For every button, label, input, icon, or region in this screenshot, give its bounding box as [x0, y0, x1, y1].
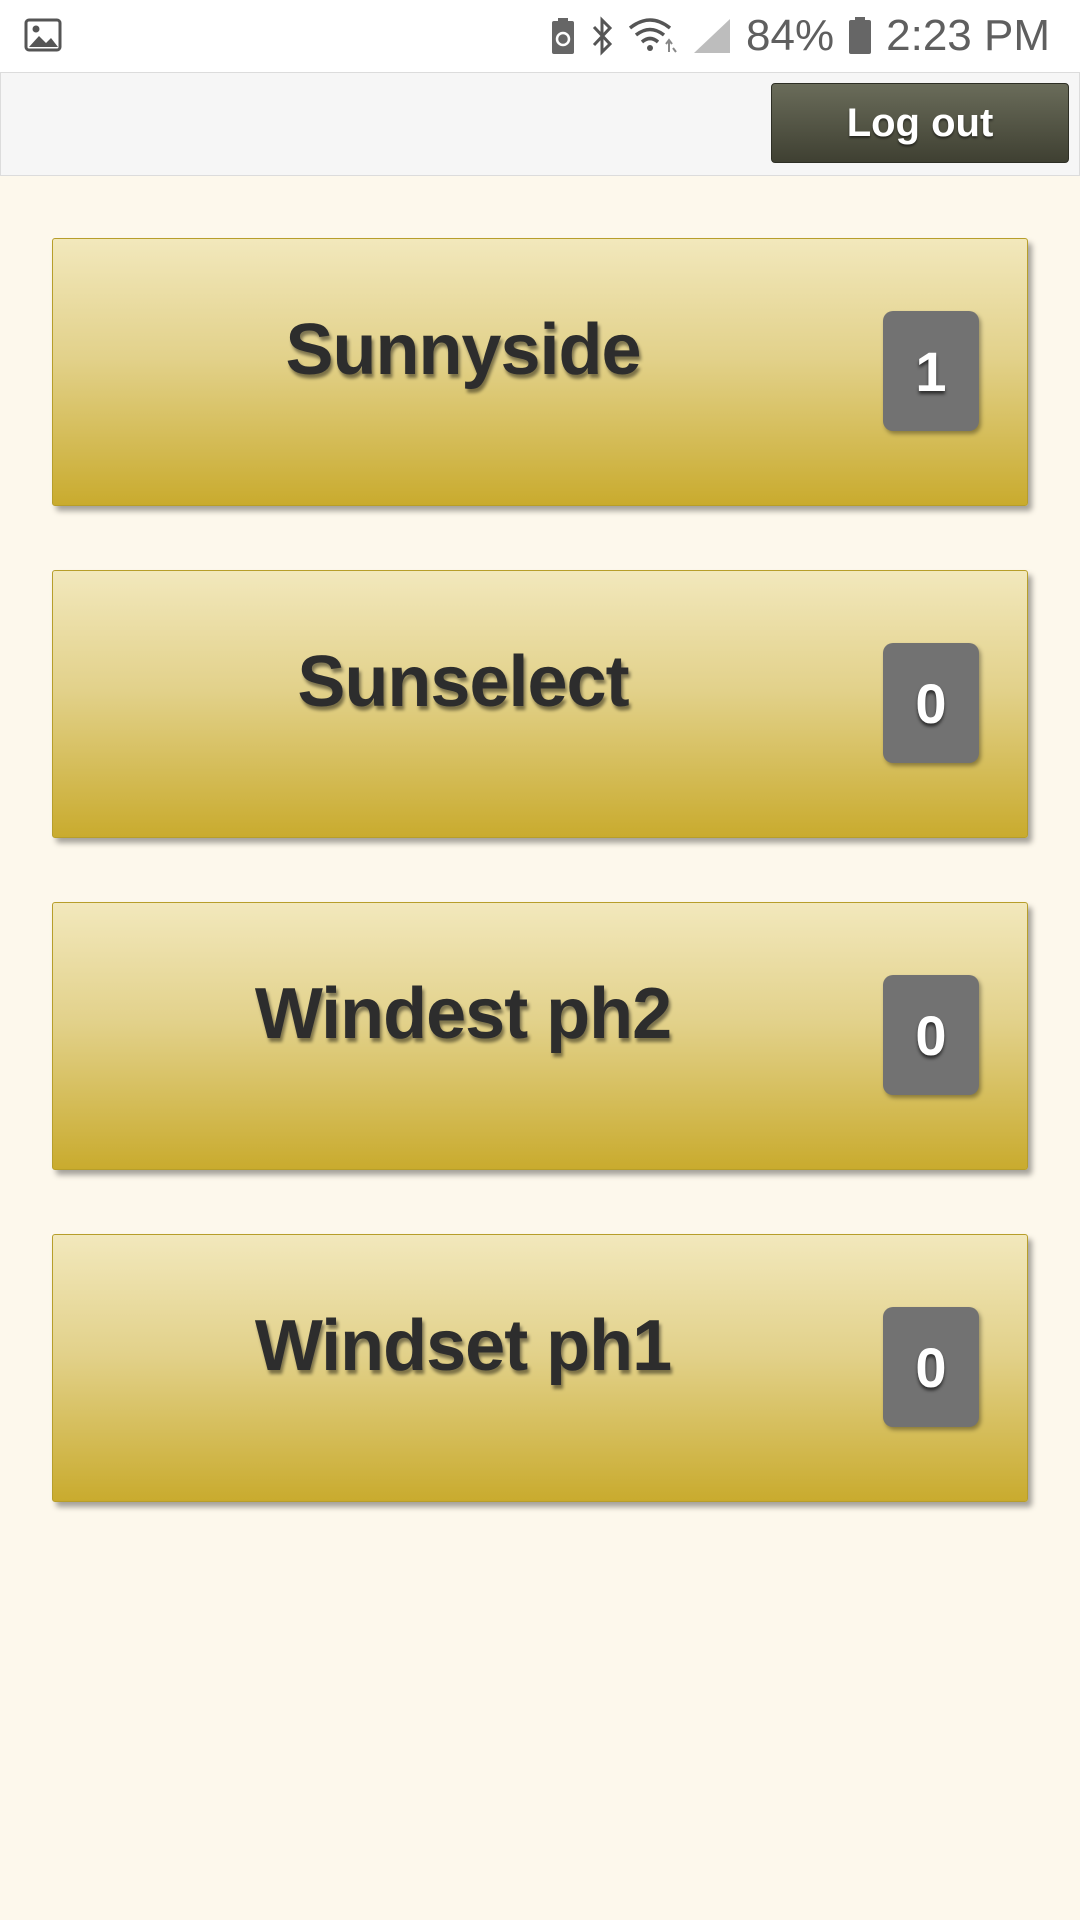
site-name: Sunnyside	[285, 310, 641, 390]
count-badge: 0	[883, 643, 979, 763]
site-button-sunselect[interactable]: Sunselect 0	[52, 570, 1028, 838]
site-button-sunnyside[interactable]: Sunnyside 1	[52, 238, 1028, 506]
app-header: Log out	[0, 72, 1080, 176]
logout-button[interactable]: Log out	[771, 83, 1069, 163]
battery-percent: 84%	[746, 11, 835, 60]
battery-saver-icon	[550, 17, 576, 55]
count-badge: 0	[883, 975, 979, 1095]
wifi-icon	[628, 16, 678, 56]
site-button-windest-ph2[interactable]: Windest ph2 0	[52, 902, 1028, 1170]
site-list: Sunnyside 1 Sunselect 0 Windest ph2 0 Wi…	[52, 238, 1028, 1566]
site-button-windset-ph1[interactable]: Windset ph1 0	[52, 1234, 1028, 1502]
bluetooth-icon	[590, 16, 614, 56]
count-badge: 0	[883, 1307, 979, 1427]
status-time: 2:23 PM	[886, 11, 1050, 60]
site-name: Sunselect	[297, 642, 629, 722]
image-icon	[24, 16, 64, 56]
site-name: Windset ph1	[254, 1306, 672, 1386]
site-name: Windest ph2	[254, 974, 672, 1054]
signal-icon	[692, 17, 732, 55]
status-icons: 84% 2:23 PM	[550, 0, 1050, 72]
count-badge: 1	[883, 311, 979, 431]
battery-icon	[848, 17, 872, 55]
status-bar: 84% 2:23 PM	[0, 0, 1080, 72]
